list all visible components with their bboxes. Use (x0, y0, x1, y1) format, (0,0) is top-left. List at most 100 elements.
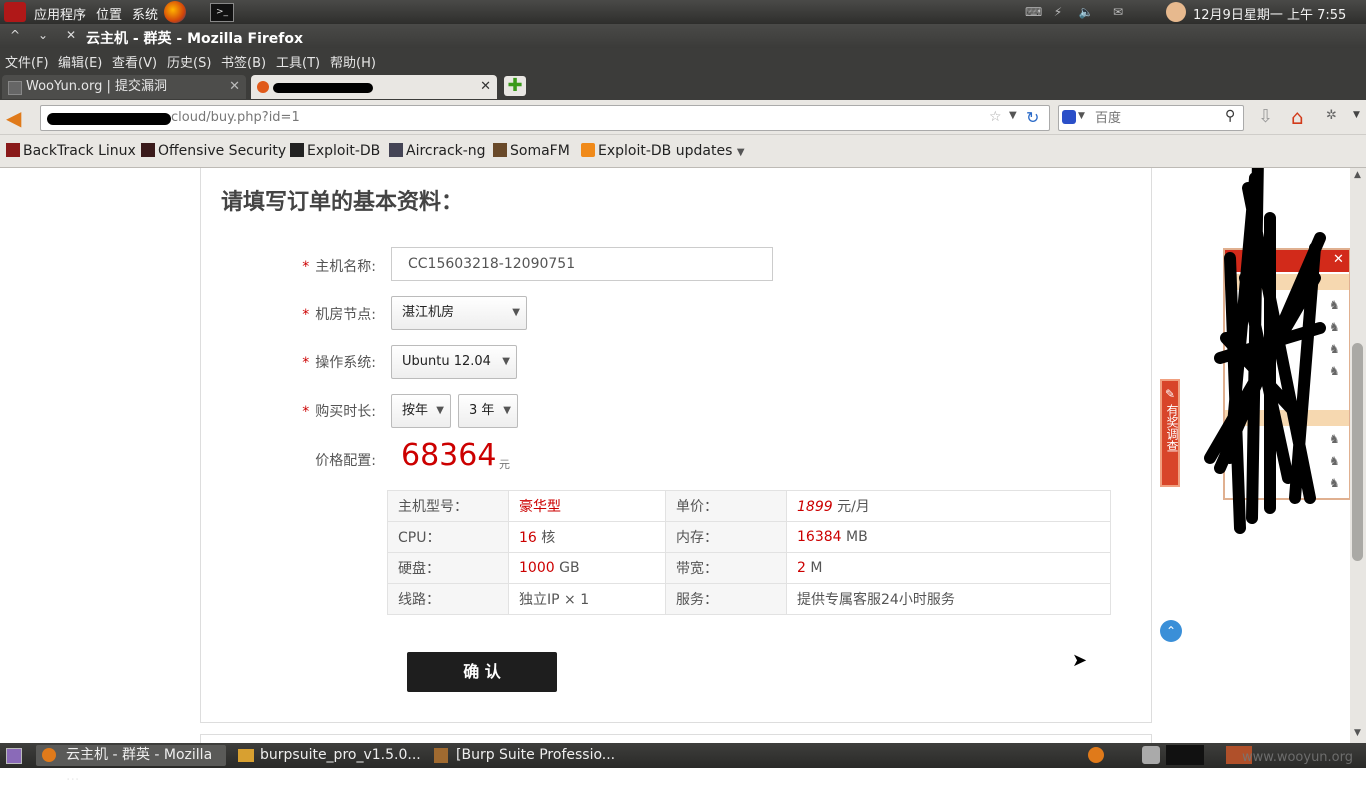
os-select[interactable]: Ubuntu 12.04 ▼ (391, 345, 517, 379)
system-monitor-icon (1166, 745, 1204, 765)
distro-logo-icon[interactable] (4, 2, 26, 22)
downloads-icon[interactable]: ⇩ (1258, 106, 1273, 127)
label-text: 购买时长: (315, 404, 376, 420)
bookmark-somafm[interactable]: SomaFM (493, 143, 570, 159)
bookmark-aircrack[interactable]: Aircrack-ng (389, 143, 486, 159)
rss-icon (581, 143, 595, 157)
search-input[interactable] (1093, 108, 1223, 128)
scroll-down-icon[interactable]: ▼ (1354, 728, 1361, 738)
bookmark-exploit-db-updates[interactable]: Exploit-DB updates ▼ (581, 143, 745, 159)
survey-tab[interactable]: ✎ 有奖调查 (1160, 379, 1180, 487)
spec-value: 1899 元/月 (786, 490, 1111, 522)
new-tab-icon[interactable]: ✚ (504, 76, 526, 96)
task-burp-suite[interactable]: [Burp Suite Professio... (430, 745, 620, 766)
history-dropdown-icon[interactable]: ▼ (1009, 110, 1017, 121)
menu-view[interactable]: 查看(V) (112, 52, 157, 71)
hostname-value: CC15603218-12090751 (408, 256, 576, 272)
redacted-label (273, 83, 373, 93)
bookmark-backtrack[interactable]: BackTrack Linux (6, 143, 136, 159)
disk-value: 1000 (519, 560, 555, 576)
cpu-unit: 核 (541, 530, 556, 546)
firefox-tray-icon[interactable] (1088, 747, 1104, 763)
bw-value: 2 (797, 560, 806, 576)
clock[interactable]: 12月9日星期一 上午 7:55 (1193, 4, 1346, 23)
survey-label: 有奖调查 (1165, 404, 1179, 452)
page-favicon-icon (8, 81, 22, 95)
toolbar-dropdown-icon[interactable]: ▼ (1353, 110, 1360, 120)
page-content: 请填写订单的基本资料： * 主机名称: CC15603218-12090751 *… (0, 168, 1350, 743)
bookmarks-toolbar: BackTrack Linux Offensive Security Explo… (0, 135, 1366, 168)
search-icon[interactable]: ⚲ (1225, 108, 1235, 124)
tab-wooyun[interactable]: WooYun.org | 提交漏洞 ✕ (2, 75, 246, 99)
system-menu[interactable]: 系统 (132, 4, 158, 23)
bookmark-label: Exploit-DB updates (598, 143, 733, 159)
label-text: 操作系统: (315, 355, 376, 371)
confirm-button[interactable]: 确 认 (407, 652, 557, 692)
exploit-db-icon (290, 143, 304, 157)
firefox-launcher-icon[interactable] (164, 1, 186, 23)
menu-history[interactable]: 历史(S) (167, 52, 211, 71)
menu-tools[interactable]: 工具(T) (276, 52, 320, 71)
bookmark-offensive-security[interactable]: Offensive Security (141, 143, 286, 159)
maximize-icon[interactable]: ⌄ (38, 28, 48, 42)
spec-key: 线路： (387, 583, 509, 615)
keyboard-icon[interactable]: ⌨ (1025, 5, 1042, 19)
tab-label: WooYun.org | 提交漏洞 (26, 79, 168, 94)
hostname-field[interactable]: CC15603218-12090751 (391, 247, 773, 281)
tab-close-icon[interactable]: ✕ (229, 75, 240, 99)
menu-help[interactable]: 帮助(H) (330, 52, 376, 71)
task-firefox[interactable]: 云主机 - 群英 - Mozilla ... (36, 745, 226, 784)
duration-select[interactable]: 3 年 ▼ (458, 394, 518, 428)
url-bar[interactable]: cloud/buy.php?id=1 ☆ ▼ ↻ (40, 105, 1050, 131)
spec-key: 带宽： (665, 552, 787, 584)
page-favicon-icon (257, 81, 269, 93)
price-unit: 元 (499, 458, 510, 471)
search-box[interactable]: ▼ ⚲ (1058, 105, 1244, 131)
window-title: 云主机 - 群英 - Mozilla Firefox (86, 31, 304, 47)
duration-unit-select[interactable]: 按年 ▼ (391, 394, 451, 428)
minimize-icon[interactable]: ^ (10, 28, 20, 42)
volume-icon[interactable]: 🔈 (1078, 5, 1094, 19)
tab-active[interactable]: ✕ (251, 75, 497, 99)
terminal-launcher-icon[interactable]: >_ (210, 3, 234, 22)
baidu-engine-icon[interactable] (1062, 110, 1076, 124)
chevron-down-icon: ▼ (512, 307, 520, 318)
bookmark-label: Exploit-DB (307, 143, 381, 159)
table-row: CPU： 16 核 内存： 16384 MB (387, 521, 1111, 553)
mouse-cursor-icon: ➤ (1072, 650, 1088, 671)
top-panel: 应用程序 位置 系统 >_ ⌨ ⚡ 🔈 ✉ 12月9日星期一 上午 7:55 (0, 0, 1366, 24)
scrollbar-thumb[interactable] (1352, 343, 1363, 561)
datacenter-select[interactable]: 湛江机房 ▼ (391, 296, 527, 330)
bookmark-star-icon[interactable]: ☆ (989, 109, 1002, 125)
trash-icon[interactable] (1142, 746, 1160, 764)
price-value: 68364 (401, 438, 497, 473)
back-to-top-icon[interactable]: ⌃ (1160, 620, 1182, 642)
applications-menu[interactable]: 应用程序 (34, 4, 86, 23)
menu-file[interactable]: 文件(F) (5, 52, 49, 71)
firefox-icon (42, 748, 56, 762)
addon-icon[interactable]: ✲ (1326, 108, 1337, 123)
back-icon[interactable]: ◀ (6, 106, 21, 130)
menu-edit[interactable]: 编辑(E) (58, 52, 102, 71)
os-value: Ubuntu 12.04 (402, 354, 491, 369)
menu-bookmarks[interactable]: 书签(B) (221, 52, 266, 71)
reload-icon[interactable]: ↻ (1026, 108, 1039, 127)
scroll-up-icon[interactable]: ▲ (1354, 170, 1361, 180)
disk-unit: GB (559, 560, 580, 576)
bookmark-exploit-db[interactable]: Exploit-DB (290, 143, 380, 159)
show-desktop-icon[interactable] (6, 748, 22, 764)
engine-dropdown-icon[interactable]: ▼ (1078, 111, 1085, 121)
bookmark-label: BackTrack Linux (23, 143, 136, 159)
mail-icon[interactable]: ✉ (1110, 5, 1126, 19)
task-burpsuite-folder[interactable]: burpsuite_pro_v1.5.0... (234, 745, 424, 766)
spec-value: 16384 MB (786, 521, 1111, 553)
vertical-scrollbar[interactable]: ▲ ▼ (1350, 168, 1366, 743)
home-icon[interactable]: ⌂ (1291, 105, 1304, 129)
places-menu[interactable]: 位置 (96, 4, 122, 23)
tab-close-icon[interactable]: ✕ (480, 75, 491, 99)
network-icon[interactable]: ⚡ (1050, 5, 1066, 19)
cpu-value: 16 (519, 530, 537, 546)
taskbar: 云主机 - 群英 - Mozilla ... burpsuite_pro_v1.… (0, 743, 1366, 784)
close-icon[interactable]: ✕ (66, 28, 76, 42)
user-icon[interactable] (1166, 2, 1186, 22)
